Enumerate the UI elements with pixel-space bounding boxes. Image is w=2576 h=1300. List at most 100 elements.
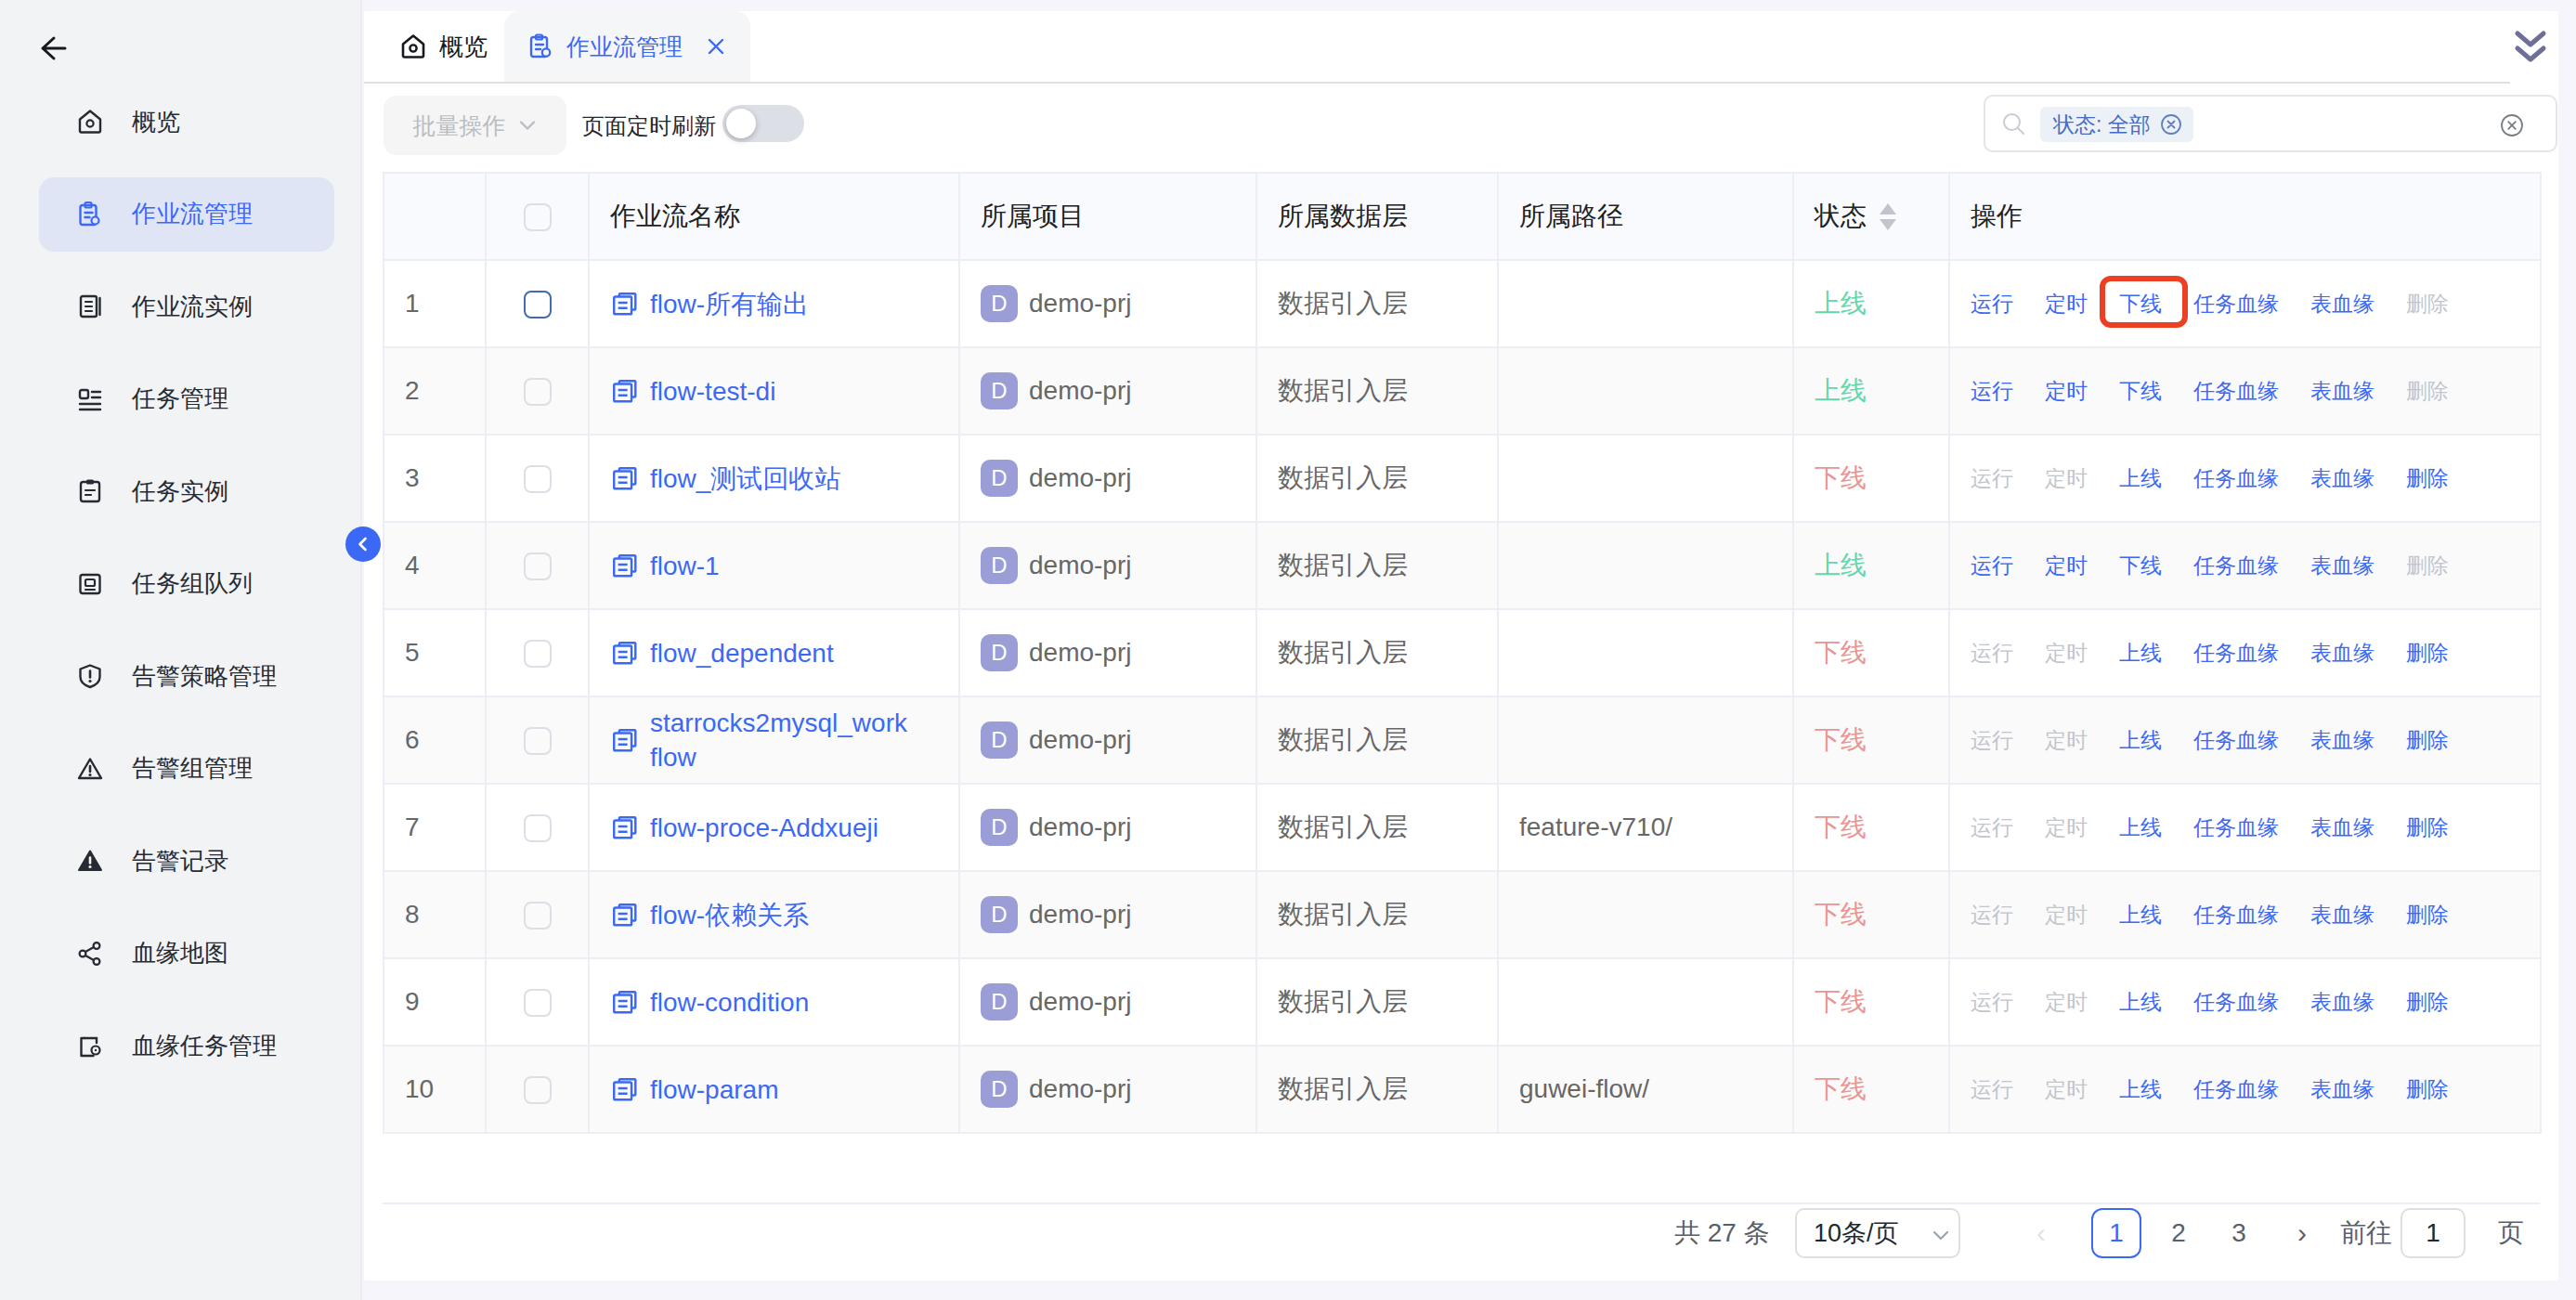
- row-checkbox[interactable]: [524, 378, 552, 406]
- bulk-action-button[interactable]: 批量操作: [384, 96, 566, 155]
- sidebar-item-告警策略管理[interactable]: 告警策略管理: [39, 639, 334, 713]
- action-运行[interactable]: 运行: [1971, 464, 2013, 493]
- tag-remove-icon[interactable]: [2160, 113, 2182, 136]
- action-删除[interactable]: 删除: [2406, 813, 2449, 842]
- action-任务血缘[interactable]: 任务血缘: [2193, 901, 2279, 930]
- row-checkbox[interactable]: [524, 989, 552, 1017]
- action-任务血缘[interactable]: 任务血缘: [2193, 639, 2279, 668]
- sort-asc-icon[interactable]: [1880, 203, 1896, 214]
- tab-close-icon[interactable]: [705, 35, 727, 58]
- action-上线[interactable]: 上线: [2119, 639, 2162, 668]
- action-运行[interactable]: 运行: [1971, 726, 2013, 755]
- row-checkbox[interactable]: [524, 640, 552, 668]
- workflow-name-link[interactable]: flow-proce-Addxueji: [650, 811, 878, 845]
- action-表血缘[interactable]: 表血缘: [2310, 552, 2374, 580]
- action-上线[interactable]: 上线: [2119, 988, 2162, 1017]
- sidebar-item-血缘任务管理[interactable]: 血缘任务管理: [39, 1008, 334, 1083]
- action-定时[interactable]: 定时: [2045, 726, 2088, 755]
- row-checkbox[interactable]: [524, 291, 552, 318]
- next-page-button[interactable]: ›: [2283, 1208, 2321, 1258]
- action-运行[interactable]: 运行: [1971, 988, 2013, 1017]
- workflow-name-link[interactable]: flow_测试回收站: [650, 462, 840, 496]
- row-checkbox[interactable]: [524, 552, 552, 580]
- action-删除[interactable]: 删除: [2406, 290, 2449, 318]
- action-任务血缘[interactable]: 任务血缘: [2193, 464, 2279, 493]
- action-定时[interactable]: 定时: [2045, 988, 2088, 1017]
- row-checkbox[interactable]: [524, 727, 552, 755]
- page-2-button[interactable]: 2: [2160, 1208, 2197, 1258]
- action-运行[interactable]: 运行: [1971, 901, 2013, 930]
- status-sorter[interactable]: [1880, 203, 1896, 230]
- action-定时[interactable]: 定时: [2045, 813, 2088, 842]
- action-删除[interactable]: 删除: [2406, 639, 2449, 668]
- action-定时[interactable]: 定时: [2045, 901, 2088, 930]
- action-运行[interactable]: 运行: [1971, 377, 2013, 406]
- auto-refresh-toggle[interactable]: [722, 105, 804, 142]
- search-clear-icon[interactable]: [2500, 113, 2524, 137]
- prev-page-button[interactable]: ‹: [2023, 1208, 2060, 1258]
- action-运行[interactable]: 运行: [1971, 1075, 2013, 1104]
- workflow-name-link[interactable]: flow-依赖关系: [650, 898, 809, 932]
- expand-panel-button[interactable]: [2510, 26, 2551, 69]
- sidebar-item-任务实例[interactable]: 任务实例: [39, 454, 334, 528]
- sidebar-item-作业流实例[interactable]: 作业流实例: [39, 269, 334, 344]
- action-任务血缘[interactable]: 任务血缘: [2193, 552, 2279, 580]
- search-input[interactable]: 状态: 全部: [1984, 95, 2557, 152]
- action-下线[interactable]: 下线: [2119, 377, 2162, 406]
- action-表血缘[interactable]: 表血缘: [2310, 377, 2374, 406]
- workflow-name-link[interactable]: flow-test-di: [650, 374, 775, 409]
- action-表血缘[interactable]: 表血缘: [2310, 726, 2374, 755]
- action-定时[interactable]: 定时: [2045, 639, 2088, 668]
- select-all-checkbox[interactable]: [524, 203, 552, 231]
- action-上线[interactable]: 上线: [2119, 901, 2162, 930]
- row-checkbox[interactable]: [524, 465, 552, 493]
- tab-overview[interactable]: 概览: [399, 11, 488, 82]
- action-删除[interactable]: 删除: [2406, 552, 2449, 580]
- filter-tag[interactable]: 状态: 全部: [2040, 107, 2193, 142]
- sidebar-item-血缘地图[interactable]: 血缘地图: [39, 916, 334, 991]
- sidebar-item-任务管理[interactable]: 任务管理: [39, 362, 334, 436]
- action-上线[interactable]: 上线: [2119, 813, 2162, 842]
- action-定时[interactable]: 定时: [2045, 377, 2088, 406]
- action-表血缘[interactable]: 表血缘: [2310, 901, 2374, 930]
- action-表血缘[interactable]: 表血缘: [2310, 813, 2374, 842]
- action-运行[interactable]: 运行: [1971, 552, 2013, 580]
- action-任务血缘[interactable]: 任务血缘: [2193, 290, 2279, 318]
- action-删除[interactable]: 删除: [2406, 1075, 2449, 1104]
- page-size-select[interactable]: 10条/页: [1795, 1208, 1960, 1258]
- row-checkbox[interactable]: [524, 1076, 552, 1104]
- sidebar-item-任务组队列[interactable]: 任务组队列: [39, 547, 334, 621]
- sidebar-collapse-button[interactable]: [345, 526, 381, 562]
- tab-workflow-management[interactable]: 作业流管理: [504, 11, 750, 82]
- action-表血缘[interactable]: 表血缘: [2310, 639, 2374, 668]
- page-1-button[interactable]: 1: [2091, 1208, 2141, 1258]
- action-删除[interactable]: 删除: [2406, 726, 2449, 755]
- action-任务血缘[interactable]: 任务血缘: [2193, 726, 2279, 755]
- sidebar-item-概览[interactable]: 概览: [39, 84, 334, 159]
- action-运行[interactable]: 运行: [1971, 290, 2013, 318]
- workflow-name-link[interactable]: flow-param: [650, 1072, 778, 1107]
- action-定时[interactable]: 定时: [2045, 290, 2088, 318]
- action-定时[interactable]: 定时: [2045, 464, 2088, 493]
- action-任务血缘[interactable]: 任务血缘: [2193, 988, 2279, 1017]
- action-上线[interactable]: 上线: [2119, 726, 2162, 755]
- goto-page-input[interactable]: 1: [2400, 1208, 2465, 1258]
- action-运行[interactable]: 运行: [1971, 813, 2013, 842]
- action-表血缘[interactable]: 表血缘: [2310, 290, 2374, 318]
- sidebar-item-告警组管理[interactable]: 告警组管理: [39, 732, 334, 806]
- action-删除[interactable]: 删除: [2406, 464, 2449, 493]
- action-表血缘[interactable]: 表血缘: [2310, 464, 2374, 493]
- action-上线[interactable]: 上线: [2119, 464, 2162, 493]
- workflow-name-link[interactable]: starrocks2mysql_workflow: [650, 706, 911, 774]
- workflow-name-link[interactable]: flow_dependent: [650, 636, 834, 670]
- action-定时[interactable]: 定时: [2045, 552, 2088, 580]
- sidebar-item-作业流管理[interactable]: 作业流管理: [39, 177, 334, 252]
- row-checkbox[interactable]: [524, 902, 552, 930]
- action-上线[interactable]: 上线: [2119, 1075, 2162, 1104]
- action-删除[interactable]: 删除: [2406, 901, 2449, 930]
- action-运行[interactable]: 运行: [1971, 639, 2013, 668]
- action-下线[interactable]: 下线: [2119, 552, 2162, 580]
- action-删除[interactable]: 删除: [2406, 377, 2449, 406]
- workflow-name-link[interactable]: flow-condition: [650, 985, 809, 1020]
- action-表血缘[interactable]: 表血缘: [2310, 1075, 2374, 1104]
